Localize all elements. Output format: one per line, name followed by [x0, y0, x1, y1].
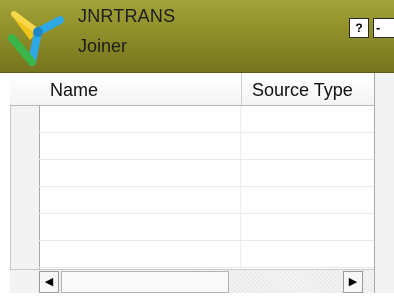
table-row[interactable]	[38, 241, 374, 268]
minimize-button[interactable]: -	[373, 18, 394, 38]
table-row[interactable]	[38, 214, 374, 241]
window-title: JNRTRANS	[78, 6, 176, 26]
column-header-row: Name Source Type	[10, 73, 374, 106]
table-row[interactable]	[38, 160, 374, 187]
column-header-name[interactable]: Name	[38, 73, 242, 105]
vertical-scrollbar[interactable]	[374, 73, 394, 298]
title-bar[interactable]: JNRTRANS Joiner ? -	[0, 0, 394, 73]
joiner-transformation-icon	[8, 11, 64, 66]
help-button[interactable]: ?	[349, 18, 369, 38]
column-header-source-type[interactable]: Source Type	[242, 73, 374, 105]
scroll-right-arrow-icon[interactable]: ▶	[343, 271, 363, 293]
table-row[interactable]	[38, 106, 374, 133]
ports-grid: Name Source Type ◀ ▶	[0, 73, 394, 298]
window-subtitle: Joiner	[78, 36, 128, 56]
grid-rows	[38, 106, 374, 268]
horizontal-scrollbar[interactable]: ◀ ▶	[38, 269, 374, 295]
joiner-transformation-window: JNRTRANS Joiner ? - Name Source Type ◀ ▶	[0, 0, 394, 298]
scroll-left-arrow-icon[interactable]: ◀	[39, 271, 59, 293]
table-row[interactable]	[38, 187, 374, 214]
scroll-thumb[interactable]	[61, 271, 229, 293]
table-row[interactable]	[38, 133, 374, 160]
